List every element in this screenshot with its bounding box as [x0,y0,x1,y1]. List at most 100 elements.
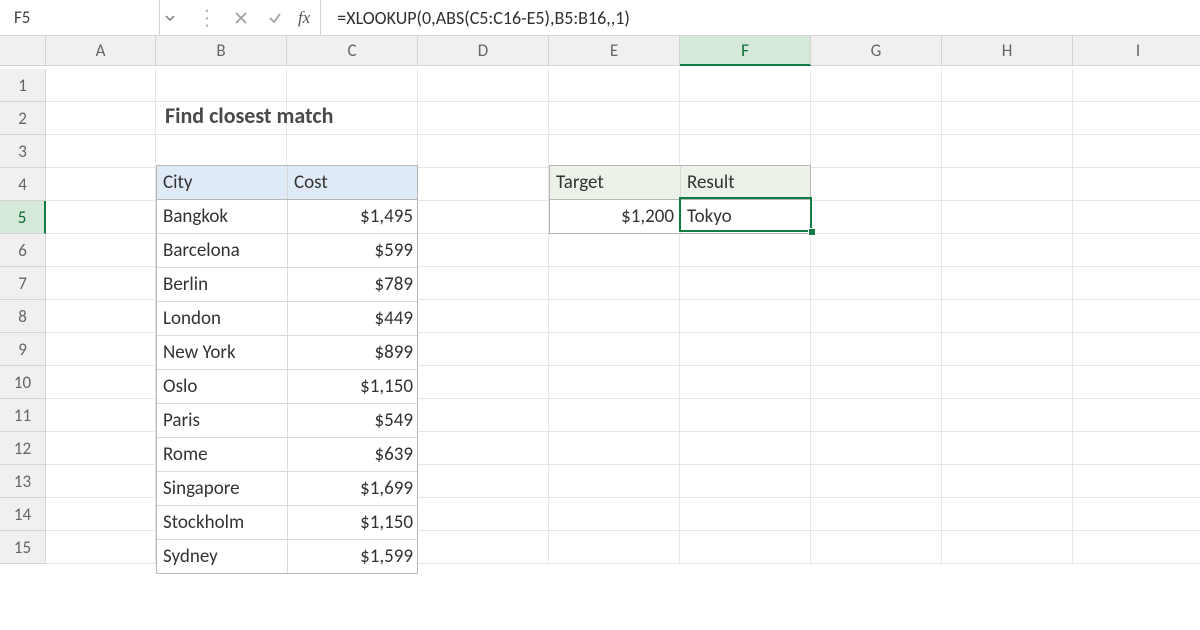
cell[interactable] [942,366,1073,399]
cell[interactable] [1073,135,1200,168]
col-header-G[interactable]: G [811,36,942,66]
cell[interactable] [549,465,680,498]
cell[interactable] [549,69,680,102]
cell[interactable] [46,69,156,102]
cell[interactable] [1073,399,1200,432]
cell[interactable] [680,333,811,366]
row-header-7[interactable]: 7 [0,267,46,300]
col-header-E[interactable]: E [549,36,680,66]
cell[interactable] [46,465,156,498]
table-row[interactable]: Barcelona$599 [157,234,417,268]
row-header-2[interactable]: 2 [0,102,46,135]
cell[interactable] [811,267,942,300]
cell[interactable] [811,201,942,234]
cell[interactable] [942,267,1073,300]
fx-label[interactable]: fx [298,8,310,28]
cell[interactable] [418,168,549,201]
row-header-8[interactable]: 8 [0,300,46,333]
cell[interactable] [811,135,942,168]
cell[interactable] [46,300,156,333]
select-all-corner[interactable] [0,36,46,66]
cell[interactable] [1073,234,1200,267]
cell[interactable] [549,135,680,168]
cell[interactable] [680,366,811,399]
cell[interactable] [942,102,1073,135]
cell[interactable] [46,201,156,234]
cancel-button[interactable] [230,7,252,29]
cell[interactable] [46,135,156,168]
cell[interactable] [46,267,156,300]
enter-button[interactable] [264,7,286,29]
row-header-11[interactable]: 11 [0,399,46,432]
cell[interactable] [46,498,156,531]
table-row[interactable]: Sydney$1,599 [157,540,417,573]
cell[interactable] [1073,267,1200,300]
cell[interactable] [418,135,549,168]
cell[interactable] [1073,333,1200,366]
cell[interactable] [1073,366,1200,399]
col-header-A[interactable]: A [46,36,156,66]
cell[interactable] [942,168,1073,201]
col-header-B[interactable]: B [156,36,287,66]
cell[interactable] [1073,102,1200,135]
cell[interactable] [549,333,680,366]
cell[interactable] [287,69,418,102]
cell[interactable] [418,366,549,399]
col-result-header[interactable]: Result [681,166,812,199]
cell[interactable] [549,498,680,531]
table-row[interactable]: Stockholm$1,150 [157,506,417,540]
cell[interactable] [287,135,418,168]
row-header-10[interactable]: 10 [0,366,46,399]
cell[interactable] [549,300,680,333]
cell[interactable] [811,399,942,432]
row-header-12[interactable]: 12 [0,432,46,465]
cell[interactable] [549,432,680,465]
row-header-13[interactable]: 13 [0,465,46,498]
cell[interactable] [680,267,811,300]
cell[interactable] [680,102,811,135]
cell[interactable] [418,465,549,498]
cell[interactable] [680,432,811,465]
cell[interactable] [549,531,680,564]
cell[interactable] [680,135,811,168]
cell[interactable] [680,69,811,102]
cell[interactable] [942,69,1073,102]
cell[interactable] [549,366,680,399]
cell[interactable] [942,300,1073,333]
cell[interactable] [549,399,680,432]
cell[interactable] [549,102,680,135]
cell[interactable] [46,102,156,135]
cell[interactable] [811,465,942,498]
table-row[interactable]: Rome$639 [157,438,417,472]
cell[interactable] [46,432,156,465]
cell[interactable] [811,168,942,201]
cell[interactable] [1073,69,1200,102]
col-cost-header[interactable]: Cost [288,166,419,199]
cell[interactable] [942,201,1073,234]
table-row[interactable]: Bangkok$1,495 [157,200,417,234]
cell[interactable] [680,399,811,432]
cell[interactable] [46,168,156,201]
row-header-1[interactable]: 1 [0,69,46,102]
table-row[interactable]: London$449 [157,302,417,336]
cell[interactable] [811,432,942,465]
name-box-dropdown[interactable] [160,12,180,24]
formula-input[interactable]: =XLOOKUP(0,ABS(C5:C16-E5),B5:B16,,1) [320,0,1200,35]
col-header-H[interactable]: H [942,36,1073,66]
cell[interactable] [418,267,549,300]
cell[interactable] [680,300,811,333]
cell[interactable] [1073,168,1200,201]
cell[interactable] [942,531,1073,564]
cell[interactable] [418,201,549,234]
cell[interactable] [811,498,942,531]
cell[interactable] [418,498,549,531]
cell[interactable] [942,498,1073,531]
row-header-15[interactable]: 15 [0,531,46,564]
cell[interactable] [811,234,942,267]
cell[interactable] [811,300,942,333]
cell[interactable] [942,399,1073,432]
cell[interactable] [680,531,811,564]
table-row[interactable]: $1,200 Tokyo [550,200,810,233]
col-header-C[interactable]: C [287,36,418,66]
cell[interactable] [1073,432,1200,465]
